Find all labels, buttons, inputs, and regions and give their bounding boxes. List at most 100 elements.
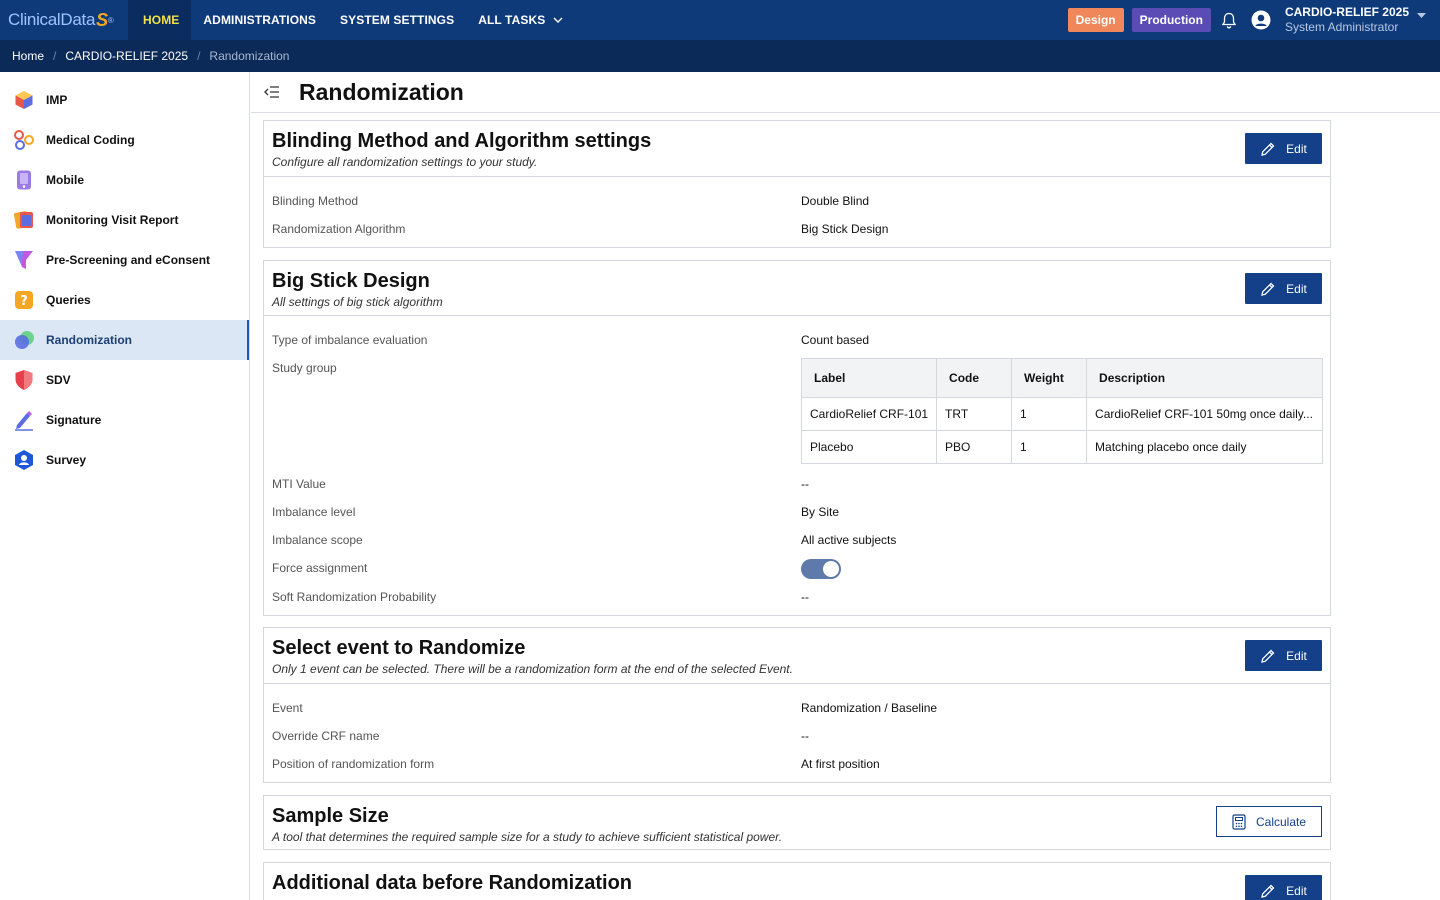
column-header-label: Label: [800, 358, 938, 398]
field-value: At first position: [801, 757, 880, 771]
funnel-icon: [13, 249, 35, 271]
field-label: Soft Randomization Probability: [272, 590, 437, 604]
sidebar-item-medical-coding[interactable]: Medical Coding: [0, 120, 249, 160]
sidebar-item-label: Mobile: [46, 173, 84, 187]
calculate-button[interactable]: Calculate: [1216, 806, 1322, 837]
sidebar-item-label: Medical Coding: [46, 133, 135, 147]
registered-mark-icon: ®: [107, 15, 114, 25]
field-label: Type of imbalance evaluation: [272, 333, 428, 347]
field-value: All active subjects: [801, 533, 897, 547]
pencil-icon: [1261, 282, 1275, 296]
randomization-icon: [13, 329, 35, 351]
card-title: Sample Size: [272, 805, 389, 827]
card-subtitle: Only 1 event can be selected. There will…: [272, 662, 793, 676]
pencil-icon: [1261, 142, 1275, 156]
breadcrumb-current: Randomization: [209, 49, 290, 63]
user-menu[interactable]: CARDIO-RELIEF 2025 System Administrator: [1285, 5, 1409, 35]
field-label: Imbalance level: [272, 505, 356, 519]
breadcrumb-home[interactable]: Home: [12, 49, 44, 63]
coding-icon: [13, 129, 35, 151]
calculate-label: Calculate: [1255, 814, 1307, 829]
card-subtitle: Configure all randomization settings to …: [272, 155, 538, 169]
field-value: --: [801, 729, 809, 743]
table-cell: CardioRelief CRF-101: [800, 397, 938, 431]
survey-icon: [13, 449, 35, 471]
app-logo[interactable]: ClinicalData S ®: [0, 0, 128, 40]
column-header-weight: Weight: [1011, 358, 1088, 398]
nav-system-settings[interactable]: SYSTEM SETTINGS: [328, 0, 466, 40]
edit-event-button[interactable]: Edit: [1245, 640, 1322, 671]
sidebar-item-signature[interactable]: Signature: [0, 400, 249, 440]
field-label: Override CRF name: [272, 729, 380, 743]
logo-text: ClinicalData: [8, 10, 96, 29]
study-group-table: Label Code Weight Description CardioReli…: [800, 358, 1324, 464]
sidebar-item-label: Randomization: [46, 333, 132, 347]
top-bar: ClinicalData S ® HOME ADMINISTRATIONS SYST…: [0, 0, 1440, 40]
edit-additional-data-button[interactable]: Edit: [1245, 875, 1322, 900]
table-row: Placebo PBO 1 Matching placebo once dail…: [800, 430, 1324, 464]
field-value: Count based: [801, 333, 870, 347]
breadcrumb: Home / CARDIO-RELIEF 2025 / Randomizatio…: [0, 40, 1440, 72]
sidebar-item-label: Queries: [46, 293, 91, 307]
edit-label: Edit: [1286, 141, 1307, 156]
design-env-button[interactable]: Design: [1067, 8, 1124, 32]
sidebar-item-sdv[interactable]: SDV: [0, 360, 249, 400]
sidebar-item-label: Monitoring Visit Report: [46, 213, 179, 227]
nav-administrations[interactable]: ADMINISTRATIONS: [191, 0, 328, 40]
production-env-button[interactable]: Production: [1131, 8, 1211, 32]
toggle-knob: [823, 561, 839, 577]
mobile-icon: [13, 169, 35, 191]
card-title: Big Stick Design: [272, 270, 430, 292]
sidebar-item-pre-screening[interactable]: Pre-Screening and eConsent: [0, 240, 249, 280]
breadcrumb-study[interactable]: CARDIO-RELIEF 2025: [65, 49, 188, 63]
calculator-icon: [1232, 813, 1246, 830]
table-cell: 1: [1011, 397, 1088, 431]
card-subtitle: A tool that determines the required samp…: [272, 830, 783, 844]
sidebar-item-monitoring-visit-report[interactable]: Monitoring Visit Report: [0, 200, 249, 240]
nav-all-tasks-label: ALL TASKS: [478, 13, 546, 27]
collapse-sidebar-icon[interactable]: [263, 83, 281, 101]
pen-icon: [13, 409, 35, 431]
edit-blinding-button[interactable]: Edit: [1245, 133, 1322, 164]
card-header: Big Stick Design All settings of big sti…: [264, 261, 1330, 316]
field-label: Position of randomization form: [272, 757, 435, 771]
sidebar-item-mobile[interactable]: Mobile: [0, 160, 249, 200]
additional-data-card: Additional data before Randomization Edi…: [263, 862, 1331, 900]
field-value: --: [801, 477, 809, 491]
table-cell: Placebo: [800, 430, 938, 464]
card-header: Sample Size A tool that determines the r…: [264, 796, 1330, 849]
card-title: Additional data before Randomization: [272, 872, 633, 894]
table-cell: TRT: [936, 397, 1013, 431]
column-header-code: Code: [936, 358, 1013, 398]
sidebar-item-queries[interactable]: ? Queries: [0, 280, 249, 320]
sidebar-item-label: Pre-Screening and eConsent: [46, 253, 211, 267]
caret-down-icon[interactable]: [1417, 6, 1426, 24]
sample-size-card: Sample Size A tool that determines the r…: [263, 795, 1331, 850]
table-row: CardioRelief CRF-101 TRT 1 CardioRelief …: [800, 397, 1324, 431]
sidebar-item-survey[interactable]: Survey: [0, 440, 249, 480]
user-avatar-icon[interactable]: [1251, 10, 1271, 30]
sidebar-item-label: SDV: [46, 373, 71, 387]
main-content: Randomization Blinding Method and Algori…: [251, 72, 1440, 900]
field-label: Imbalance scope: [272, 533, 363, 547]
card-header: Additional data before Randomization Edi…: [264, 863, 1330, 900]
field-value: Big Stick Design: [801, 222, 889, 236]
edit-big-stick-button[interactable]: Edit: [1245, 273, 1322, 304]
field-label: Blinding Method: [272, 194, 359, 208]
table-cell: Matching placebo once daily: [1086, 430, 1324, 464]
sidebar-item-imp[interactable]: IMP: [0, 80, 249, 120]
bell-icon[interactable]: [1221, 12, 1237, 29]
user-role: System Administrator: [1284, 20, 1399, 34]
chevron-down-icon: [553, 17, 563, 23]
edit-label: Edit: [1286, 281, 1307, 296]
breadcrumb-separator: /: [197, 49, 201, 63]
card-header: Blinding Method and Algorithm settings C…: [264, 121, 1330, 177]
page-header: Randomization: [251, 72, 1440, 113]
force-assignment-toggle[interactable]: [801, 559, 841, 579]
card-subtitle: All settings of big stick algorithm: [272, 295, 443, 309]
nav-all-tasks[interactable]: ALL TASKS: [466, 0, 575, 40]
sidebar-item-randomization[interactable]: Randomization: [0, 320, 249, 360]
nav-home[interactable]: HOME: [128, 0, 192, 40]
field-label: Event: [272, 701, 303, 715]
field-label: Study group: [272, 361, 337, 375]
